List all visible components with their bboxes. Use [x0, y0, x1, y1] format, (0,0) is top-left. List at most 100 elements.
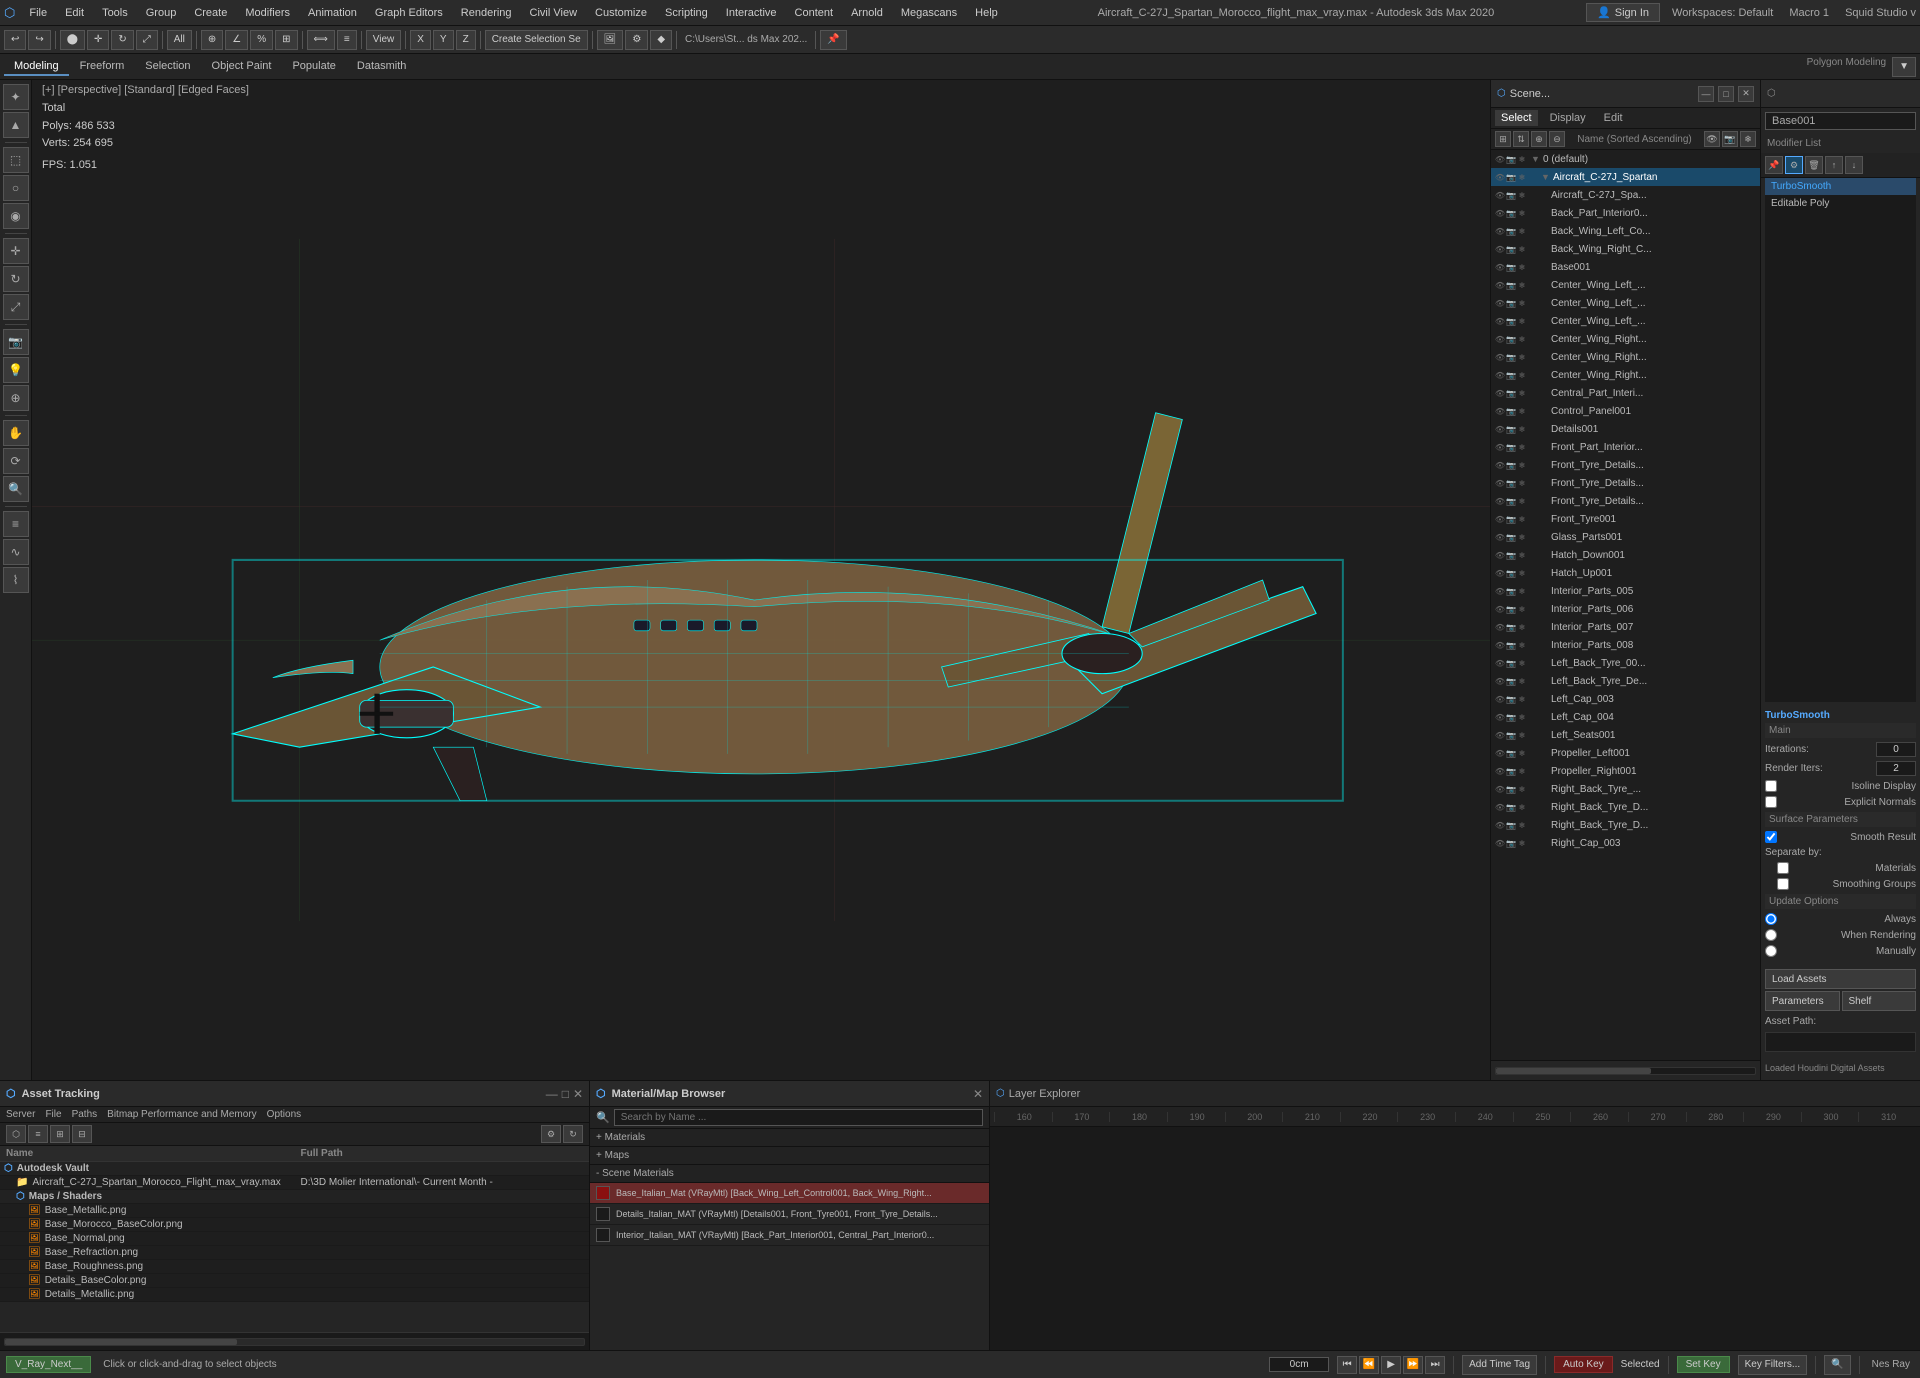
visibility-icon[interactable]: ❄: [1517, 370, 1527, 380]
expand-arrow-icon[interactable]: ▼: [1541, 172, 1551, 182]
parameters-btn[interactable]: Parameters: [1765, 991, 1840, 1011]
mod-pin-btn[interactable]: 📌: [1765, 156, 1783, 174]
visibility-icon[interactable]: 👁: [1495, 460, 1505, 470]
asset-refresh-btn[interactable]: ↻: [563, 1125, 583, 1143]
visibility-icon[interactable]: 📷: [1506, 568, 1516, 578]
scene-scrollbar-thumb[interactable]: [1496, 1068, 1651, 1074]
mat-section-scene[interactable]: - Scene Materials: [590, 1165, 989, 1183]
scene-eye-icon-toggle[interactable]: 👁: [1704, 131, 1720, 147]
asset-row[interactable]: 🖼Base_Roughness.png: [0, 1260, 589, 1274]
asset-tool-2[interactable]: ≡: [28, 1125, 48, 1143]
visibility-icon[interactable]: 👁: [1495, 280, 1505, 290]
visibility-icon[interactable]: 📷: [1506, 730, 1516, 740]
sub-tab-selection[interactable]: Selection: [135, 58, 200, 76]
asset-row[interactable]: 🖼Details_BaseColor.png: [0, 1274, 589, 1288]
visibility-icon[interactable]: 📷: [1506, 820, 1516, 830]
visibility-icon[interactable]: 📷: [1506, 622, 1516, 632]
scene-tab-edit[interactable]: Edit: [1598, 110, 1629, 126]
visibility-icon[interactable]: 📷: [1506, 442, 1516, 452]
visibility-icon[interactable]: ❄: [1517, 460, 1527, 470]
visibility-icon[interactable]: 👁: [1495, 406, 1505, 416]
scene-tree-item[interactable]: 👁📷❄Left_Back_Tyre_De...: [1491, 672, 1760, 690]
scene-tree-item[interactable]: 👁📷❄Glass_Parts001: [1491, 528, 1760, 546]
viewport-nav-pan[interactable]: ✋: [3, 420, 29, 446]
visibility-icon[interactable]: ❄: [1517, 496, 1527, 506]
visibility-icon[interactable]: ❄: [1517, 604, 1527, 614]
scene-tree-item[interactable]: 👁📷❄Interior_Parts_005: [1491, 582, 1760, 600]
visibility-icon[interactable]: ❄: [1517, 838, 1527, 848]
playback-prev-key[interactable]: ⏪: [1359, 1356, 1379, 1374]
visibility-icon[interactable]: ❄: [1517, 226, 1527, 236]
scene-tab-select[interactable]: Select: [1495, 110, 1538, 126]
scene-tree-item[interactable]: 👁📷❄Left_Cap_004: [1491, 708, 1760, 726]
visibility-icon[interactable]: 👁: [1495, 766, 1505, 776]
visibility-icon[interactable]: 👁: [1495, 226, 1505, 236]
sub-tab-object-paint[interactable]: Object Paint: [202, 58, 282, 76]
asset-row[interactable]: 🖼Details_Metallic.png: [0, 1288, 589, 1302]
auto-key-btn[interactable]: Auto Key: [1554, 1356, 1613, 1373]
visibility-icon[interactable]: 👁: [1495, 316, 1505, 326]
scene-sort-btn[interactable]: ⇅: [1513, 131, 1529, 147]
mat-close-btn[interactable]: ✕: [973, 1087, 983, 1101]
manually-radio[interactable]: [1765, 945, 1777, 957]
scene-tree-item[interactable]: 👁📷❄Back_Wing_Left_Co...: [1491, 222, 1760, 240]
asset-scrollbar-track[interactable]: [4, 1338, 585, 1346]
sub-tab-datasmith[interactable]: Datasmith: [347, 58, 417, 76]
visibility-icon[interactable]: 📷: [1506, 424, 1516, 434]
asset-tool-1[interactable]: ⬡: [6, 1125, 26, 1143]
when-render-radio[interactable]: [1765, 929, 1777, 941]
smoothing-checkbox[interactable]: [1777, 878, 1789, 890]
visibility-icon[interactable]: ❄: [1517, 514, 1527, 524]
asset-tool-4[interactable]: ⊟: [72, 1125, 92, 1143]
visibility-icon[interactable]: 👁: [1495, 262, 1505, 272]
menu-file[interactable]: File: [21, 5, 55, 21]
visibility-icon[interactable]: 📷: [1506, 838, 1516, 848]
scene-tree-item[interactable]: 👁📷❄▼0 (default): [1491, 150, 1760, 168]
visibility-icon[interactable]: 👁: [1495, 640, 1505, 650]
visibility-icon[interactable]: 👁: [1495, 838, 1505, 848]
menu-group[interactable]: Group: [138, 5, 185, 21]
percent-snap[interactable]: %: [250, 30, 273, 50]
scene-tree-item[interactable]: 👁📷❄Back_Wing_Right_C...: [1491, 240, 1760, 258]
sub-tab-modeling[interactable]: Modeling: [4, 58, 69, 76]
visibility-icon[interactable]: ❄: [1517, 172, 1527, 182]
visibility-icon[interactable]: 📷: [1506, 370, 1516, 380]
visibility-icon[interactable]: 👁: [1495, 172, 1505, 182]
geometry-tool[interactable]: ▲: [3, 112, 29, 138]
asset-menu-server[interactable]: Server: [6, 1109, 35, 1120]
scene-tree-item[interactable]: 👁📷❄Central_Part_Interi...: [1491, 384, 1760, 402]
viewport-nav-orbit[interactable]: ⟳: [3, 448, 29, 474]
scene-tree-item[interactable]: 👁📷❄Control_Panel001: [1491, 402, 1760, 420]
visibility-icon[interactable]: 📷: [1506, 784, 1516, 794]
mod-active-btn[interactable]: ⚙: [1785, 156, 1803, 174]
spline-tool[interactable]: ⌇: [3, 567, 29, 593]
visibility-icon[interactable]: ❄: [1517, 550, 1527, 560]
visibility-icon[interactable]: 📷: [1506, 280, 1516, 290]
visibility-icon[interactable]: ❄: [1517, 676, 1527, 686]
select-tool[interactable]: ⬤: [60, 30, 85, 50]
scene-tree-item[interactable]: 👁📷❄Left_Seats001: [1491, 726, 1760, 744]
scale-left[interactable]: ⤢: [3, 294, 29, 320]
materials-checkbox[interactable]: [1777, 862, 1789, 874]
sub-tab-freeform[interactable]: Freeform: [70, 58, 135, 76]
ribbon-tool[interactable]: ≡: [3, 511, 29, 537]
light-tool[interactable]: 💡: [3, 357, 29, 383]
visibility-icon[interactable]: 👁: [1495, 694, 1505, 704]
mat-item[interactable]: Base_Italian_Mat (VRayMtl) [Back_Wing_Le…: [590, 1183, 989, 1204]
visibility-icon[interactable]: 👁: [1495, 730, 1505, 740]
visibility-icon[interactable]: ❄: [1517, 802, 1527, 812]
visibility-icon[interactable]: ❄: [1517, 280, 1527, 290]
asset-menu-paths[interactable]: Paths: [72, 1109, 98, 1120]
move-tool[interactable]: ✛: [87, 30, 109, 50]
rotate-tool[interactable]: ↻: [111, 30, 133, 50]
visibility-icon[interactable]: 📷: [1506, 550, 1516, 560]
menu-scripting[interactable]: Scripting: [657, 5, 716, 21]
material-editor-btn[interactable]: ◆: [650, 30, 672, 50]
scene-expand-btn[interactable]: ⊕: [1531, 131, 1547, 147]
scene-tree-item[interactable]: 👁📷❄Interior_Parts_007: [1491, 618, 1760, 636]
modifier-item-editablepoly[interactable]: Editable Poly: [1765, 195, 1916, 212]
visibility-icon[interactable]: ❄: [1517, 244, 1527, 254]
visibility-icon[interactable]: 👁: [1495, 154, 1505, 164]
visibility-icon[interactable]: 👁: [1495, 532, 1505, 542]
pin-btn[interactable]: 📌: [820, 30, 846, 50]
